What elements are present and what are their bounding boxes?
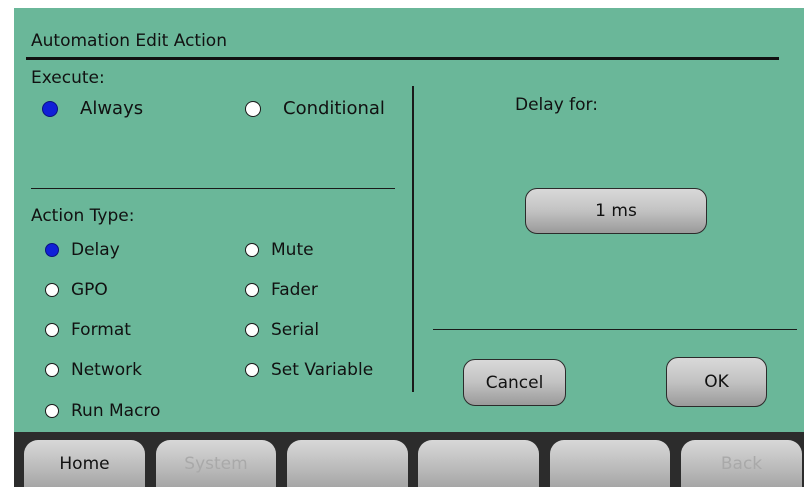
action-fader-label: Fader — [271, 280, 318, 300]
delay-for-label: Delay for: — [515, 95, 598, 115]
action-type-label: Action Type: — [31, 206, 135, 226]
right-section-divider — [433, 329, 797, 330]
radio-unselected-icon — [45, 283, 59, 297]
ok-button[interactable]: OK — [666, 357, 767, 407]
delay-value-button[interactable]: 1 ms — [525, 188, 707, 234]
nav-home-button[interactable]: Home — [24, 440, 145, 487]
nav-blank-button-1[interactable] — [287, 440, 408, 487]
action-run-macro-radio[interactable]: Run Macro — [45, 401, 160, 421]
execute-always-label: Always — [80, 98, 144, 119]
action-mute-radio[interactable]: Mute — [245, 240, 314, 260]
action-mute-label: Mute — [271, 240, 314, 260]
left-section-divider — [31, 188, 395, 189]
screen-top-edge — [0, 0, 804, 8]
action-network-label: Network — [71, 360, 142, 380]
execute-label: Execute: — [31, 68, 105, 88]
nav-blank-button-2[interactable] — [418, 440, 539, 487]
action-gpo-radio[interactable]: GPO — [45, 280, 108, 300]
execute-always-radio[interactable]: Always — [42, 98, 143, 119]
action-set-variable-radio[interactable]: Set Variable — [245, 360, 373, 380]
action-serial-label: Serial — [271, 320, 320, 340]
nav-back-button[interactable]: Back — [681, 440, 802, 487]
title-divider — [26, 57, 779, 60]
radio-unselected-icon — [45, 363, 59, 377]
action-network-radio[interactable]: Network — [45, 360, 142, 380]
radio-unselected-icon — [245, 323, 259, 337]
column-divider — [412, 86, 414, 392]
action-set-variable-label: Set Variable — [271, 360, 374, 380]
radio-unselected-icon — [45, 323, 59, 337]
action-format-radio[interactable]: Format — [45, 320, 131, 340]
execute-conditional-label: Conditional — [283, 98, 385, 119]
action-gpo-label: GPO — [71, 280, 108, 300]
action-run-macro-label: Run Macro — [71, 401, 161, 421]
radio-selected-icon — [42, 100, 58, 117]
radio-unselected-icon — [245, 243, 259, 257]
cancel-button[interactable]: Cancel — [463, 359, 566, 406]
execute-conditional-radio[interactable]: Conditional — [245, 98, 385, 119]
action-fader-radio[interactable]: Fader — [245, 280, 318, 300]
radio-unselected-icon — [245, 100, 261, 117]
radio-unselected-icon — [245, 283, 259, 297]
action-delay-label: Delay — [71, 240, 120, 260]
action-format-label: Format — [71, 320, 131, 340]
radio-unselected-icon — [245, 363, 259, 377]
page-title: Automation Edit Action — [31, 31, 227, 51]
action-delay-radio[interactable]: Delay — [45, 240, 120, 260]
radio-selected-icon — [45, 243, 59, 257]
nav-system-button[interactable]: System — [156, 440, 276, 487]
screen-left-edge — [0, 0, 14, 487]
nav-blank-button-3[interactable] — [550, 440, 670, 487]
radio-unselected-icon — [45, 404, 59, 418]
action-serial-radio[interactable]: Serial — [245, 320, 319, 340]
